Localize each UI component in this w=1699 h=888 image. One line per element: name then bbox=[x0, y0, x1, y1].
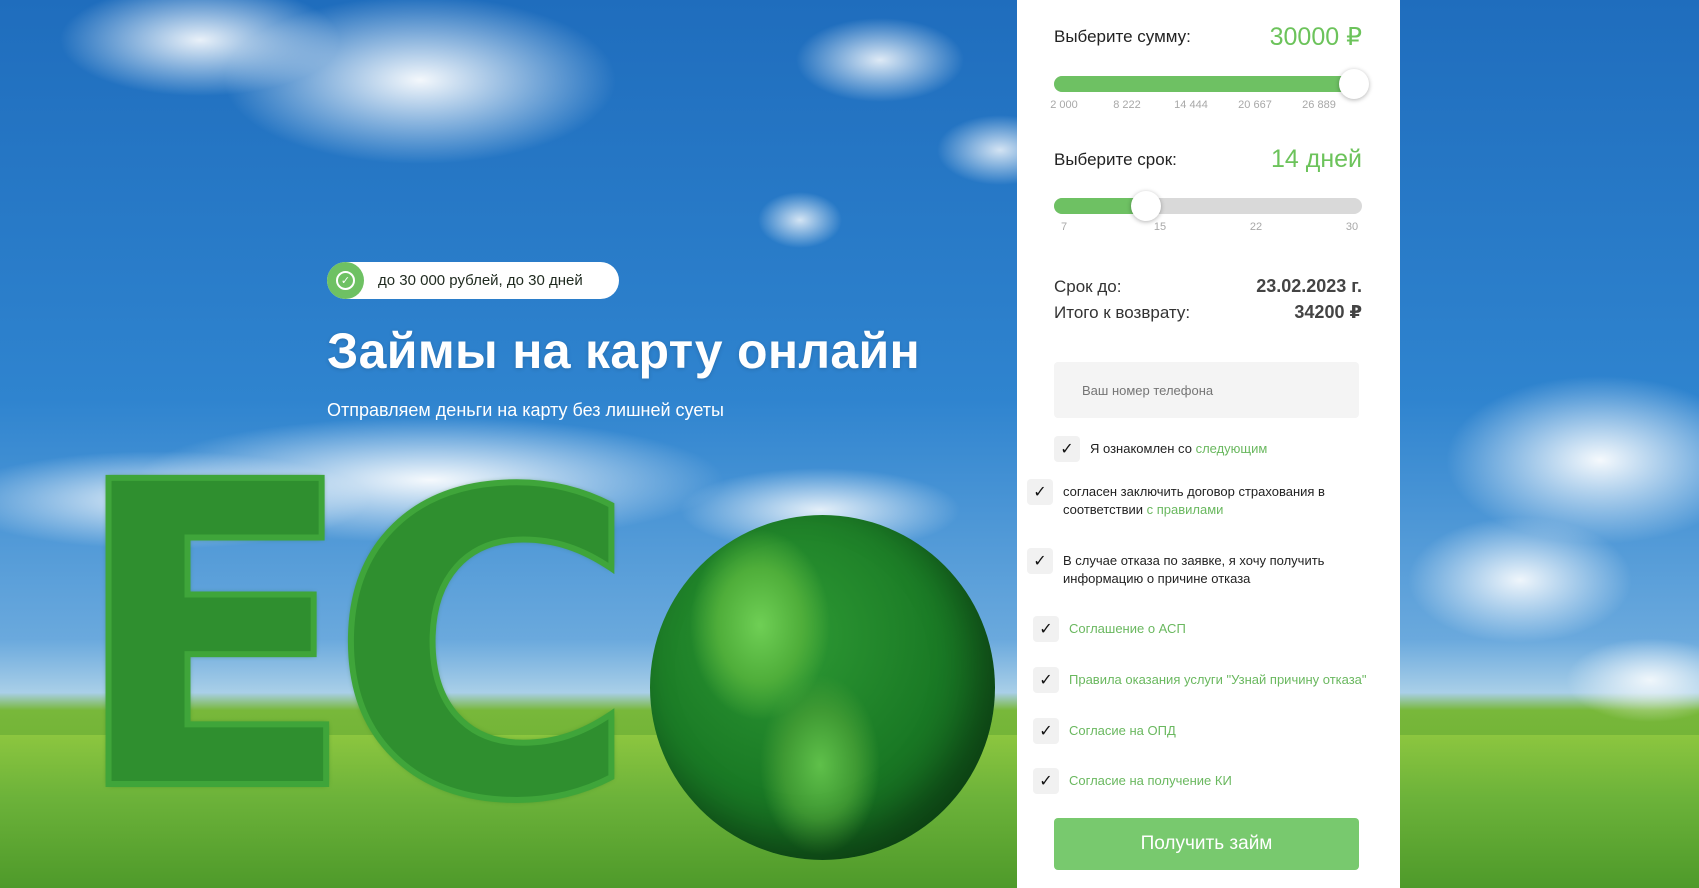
checkbox-ki[interactable]: ✓ bbox=[1033, 768, 1059, 794]
total-row: Итого к возврату: 34200 ₽ bbox=[1054, 302, 1362, 323]
term-slider[interactable] bbox=[1054, 191, 1362, 221]
eco-letter-e: E bbox=[67, 395, 360, 884]
total-value: 34200 ₽ bbox=[1294, 302, 1362, 322]
phone-input[interactable] bbox=[1054, 362, 1359, 418]
amount-label: Выберите сумму: bbox=[1054, 27, 1191, 46]
amount-tick: 26 889 bbox=[1302, 99, 1336, 111]
term-tick: 22 bbox=[1249, 221, 1263, 233]
check-row-insurance: ✓ согласен заключить договор страхования… bbox=[1027, 479, 1347, 519]
amount-slider-fill bbox=[1054, 76, 1362, 92]
check-row-opd: ✓ Согласие на ОПД bbox=[1033, 718, 1176, 744]
due-date-row: Срок до: 23.02.2023 г. bbox=[1054, 276, 1362, 297]
term-slider-thumb[interactable] bbox=[1131, 191, 1161, 221]
due-date-value: 23.02.2023 г. bbox=[1256, 276, 1362, 296]
total-label: Итого к возврату: bbox=[1054, 302, 1191, 322]
check-row-asp: ✓ Соглашение о АСП bbox=[1033, 616, 1186, 642]
loan-form-panel: Выберите сумму: 30000 ₽ 2 000 8 222 14 4… bbox=[1017, 0, 1400, 888]
amount-ticks: 2 000 8 222 14 444 20 667 26 889 bbox=[1050, 99, 1362, 113]
term-tick: 30 bbox=[1345, 221, 1359, 233]
checkbox-insurance[interactable]: ✓ bbox=[1027, 479, 1053, 505]
amount-slider[interactable] bbox=[1054, 69, 1369, 99]
amount-tick: 2 000 bbox=[1050, 99, 1078, 111]
checkbox-asp[interactable]: ✓ bbox=[1033, 616, 1059, 642]
checkbox-opd[interactable]: ✓ bbox=[1033, 718, 1059, 744]
amount-header: Выберите сумму: 30000 ₽ bbox=[1054, 22, 1362, 52]
term-label: Выберите срок: bbox=[1054, 149, 1177, 169]
due-date-label: Срок до: bbox=[1054, 276, 1122, 296]
check-row-service-rules: ✓ Правила оказания услуги "Узнай причину… bbox=[1033, 667, 1367, 693]
eco-letter-c: C bbox=[327, 405, 641, 888]
hero-subtitle: Отправляем деньги на карту без лишней су… bbox=[327, 400, 724, 420]
amount-value: 30000 ₽ bbox=[1269, 23, 1362, 51]
hero-badge: ✓ до 30 000 рублей, до 30 дней bbox=[327, 262, 619, 299]
check-row-ki: ✓ Согласие на получение КИ bbox=[1033, 768, 1232, 794]
link-service-rules[interactable]: Правила оказания услуги "Узнай причину о… bbox=[1069, 667, 1367, 689]
check-circle-icon: ✓ bbox=[327, 262, 364, 299]
link-following[interactable]: следующим bbox=[1196, 441, 1268, 456]
link-opd-consent[interactable]: Согласие на ОПД bbox=[1069, 718, 1176, 740]
amount-slider-thumb[interactable] bbox=[1339, 69, 1369, 99]
term-header: Выберите срок: 14 дней bbox=[1054, 145, 1362, 174]
get-loan-button[interactable]: Получить займ bbox=[1054, 818, 1359, 870]
link-ki-consent[interactable]: Согласие на получение КИ bbox=[1069, 768, 1232, 790]
term-ticks: 7 15 22 30 bbox=[1054, 221, 1362, 235]
checkbox-service-rules[interactable]: ✓ bbox=[1033, 667, 1059, 693]
hero-title: Займы на карту онлайн bbox=[327, 323, 921, 379]
check-text-insurance: согласен заключить договор страхования в… bbox=[1063, 484, 1325, 517]
check-row-acquainted: ✓ Я ознакомлен со следующим bbox=[1054, 436, 1267, 462]
hero-badge-text: до 30 000 рублей, до 30 дней bbox=[378, 272, 583, 289]
term-tick: 7 bbox=[1060, 221, 1068, 233]
check-text-refusal-info: В случае отказа по заявке, я хочу получи… bbox=[1063, 553, 1325, 586]
checkbox-acquainted[interactable]: ✓ bbox=[1054, 436, 1080, 462]
check-row-refusal-info: ✓ В случае отказа по заявке, я хочу полу… bbox=[1027, 548, 1347, 588]
green-globe-image bbox=[650, 515, 995, 860]
check-text-acquainted: Я ознакомлен со следующим bbox=[1090, 441, 1268, 456]
amount-tick: 20 667 bbox=[1238, 99, 1272, 111]
link-rules[interactable]: с правилами bbox=[1147, 502, 1224, 517]
term-tick: 15 bbox=[1153, 221, 1167, 233]
amount-tick: 8 222 bbox=[1113, 99, 1141, 111]
checkbox-refusal-info[interactable]: ✓ bbox=[1027, 548, 1053, 574]
term-value: 14 дней bbox=[1270, 145, 1362, 173]
link-asp-agreement[interactable]: Соглашение о АСП bbox=[1069, 616, 1186, 638]
amount-tick: 14 444 bbox=[1174, 99, 1208, 111]
